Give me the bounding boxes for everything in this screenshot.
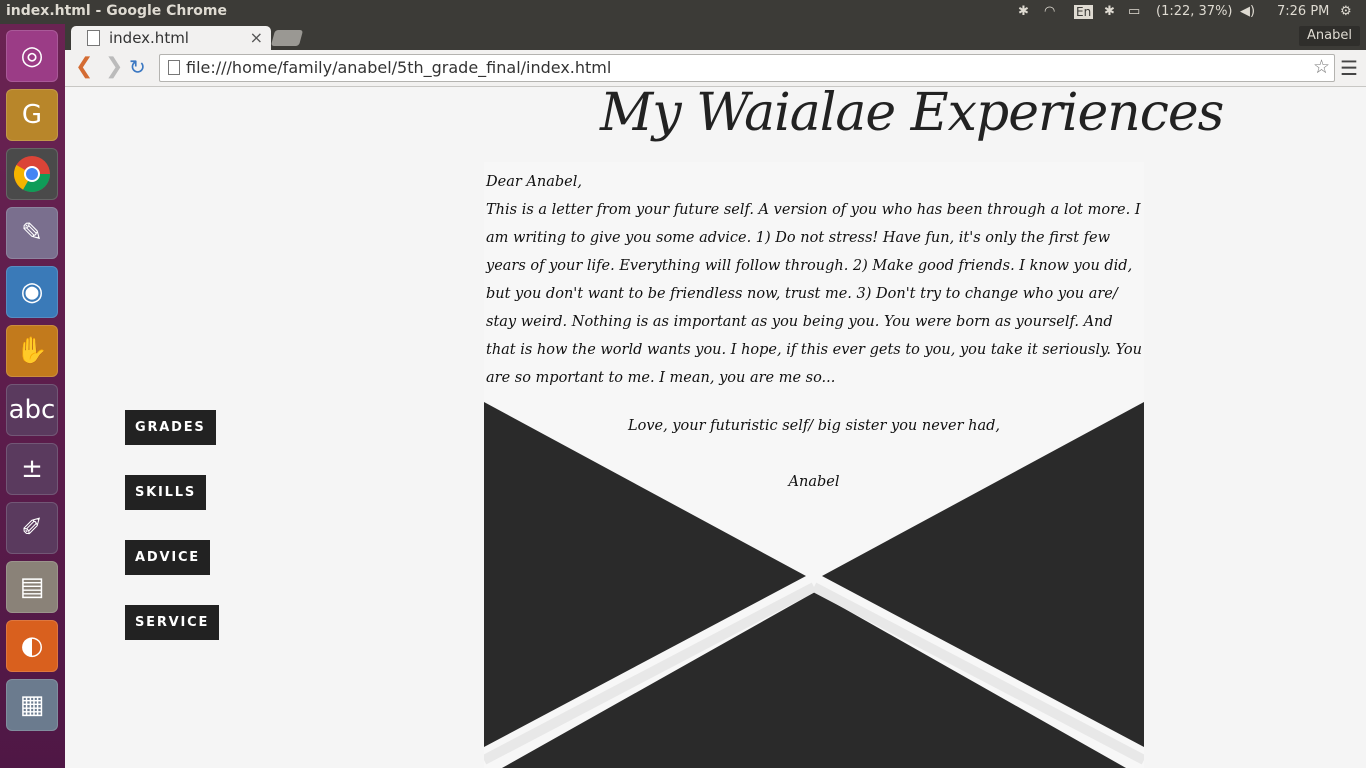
text-editor-icon[interactable]: ✎ <box>6 207 58 259</box>
keyboard-layout-indicator[interactable]: En <box>1074 5 1094 19</box>
file-cabinet-icon[interactable]: ▤ <box>6 561 58 613</box>
tux-paint-icon[interactable]: ✐ <box>6 502 58 554</box>
window-title: index.html - Google Chrome <box>6 3 227 19</box>
letter-text: Dear Anabel, This is a letter from your … <box>486 168 1144 392</box>
bluetooth-icon[interactable]: ✱ <box>1018 4 1029 19</box>
gcompris-icon[interactable]: G <box>6 89 58 141</box>
battery-icon[interactable]: ▭ <box>1128 4 1140 19</box>
bookmark-star-icon[interactable]: ☆ <box>1313 56 1330 78</box>
nav-skills-button[interactable]: SKILLS <box>125 475 207 510</box>
letter-greeting: Dear Anabel, <box>486 174 582 190</box>
page-content: Dear Anabel, This is a letter from your … <box>65 87 1366 768</box>
tab-index[interactable]: index.html × <box>71 26 271 50</box>
url-text[interactable]: file:///home/family/anabel/5th_grade_fin… <box>186 58 611 77</box>
reload-icon[interactable]: ↻ <box>129 56 146 78</box>
letter-closing: Love, your futuristic self/ big sister y… <box>627 418 1000 434</box>
battery-status[interactable]: (1:22, 37%) <box>1156 4 1233 19</box>
back-icon[interactable]: ❮ <box>75 56 93 78</box>
firefox-icon[interactable]: ◐ <box>6 620 58 672</box>
launcher: ◎ G ✎ ◉ ✋ abc ± ✐ ▤ ◐ ▦ <box>0 24 65 768</box>
tux-typing-icon[interactable]: abc <box>6 384 58 436</box>
tux-math-icon[interactable]: ± <box>6 443 58 495</box>
chrome-icon[interactable] <box>6 148 58 200</box>
world-globe-icon[interactable]: ◉ <box>6 266 58 318</box>
nav-grades-button[interactable]: GRADES <box>125 410 216 445</box>
address-bar[interactable]: file:///home/family/anabel/5th_grade_fin… <box>159 54 1335 82</box>
nav-advice-button[interactable]: ADVICE <box>125 540 210 575</box>
volume-icon[interactable]: ◀) <box>1240 4 1255 19</box>
nav-service-button[interactable]: SERVICE <box>125 605 220 640</box>
office-stack-icon[interactable]: ▦ <box>6 679 58 731</box>
browser-toolbar: ❮ ❯ ↻ file:///home/family/anabel/5th_gra… <box>65 50 1366 87</box>
system-top-bar: index.html - Google Chrome ✱ ◠ En ✱ ▭ (1… <box>0 0 1366 24</box>
menu-icon[interactable]: ☰ <box>1340 56 1358 80</box>
new-tab-button[interactable] <box>270 30 304 46</box>
page-icon <box>168 60 180 75</box>
tab-label: index.html <box>109 29 189 47</box>
hand-app-icon[interactable]: ✋ <box>6 325 58 377</box>
tab-strip: index.html × Anabel <box>65 24 1366 50</box>
envelope-letter: Dear Anabel, This is a letter from your … <box>484 162 1144 768</box>
close-tab-icon[interactable]: × <box>250 28 263 47</box>
forward-icon[interactable]: ❯ <box>105 56 123 78</box>
ubuntu-dash-icon[interactable]: ◎ <box>6 30 58 82</box>
letter-signature: Anabel <box>788 474 840 490</box>
wifi-icon[interactable]: ◠ <box>1044 4 1055 19</box>
clock[interactable]: 7:26 PM <box>1277 4 1329 19</box>
profile-button[interactable]: Anabel <box>1299 26 1360 46</box>
bluetooth-icon-2[interactable]: ✱ <box>1104 4 1115 19</box>
letter-body: This is a letter from your future self. … <box>486 202 1142 386</box>
page-title: My Waialae Experiences <box>600 87 1224 143</box>
settings-gear-icon[interactable]: ⚙ <box>1340 4 1352 19</box>
page-icon <box>87 30 100 46</box>
